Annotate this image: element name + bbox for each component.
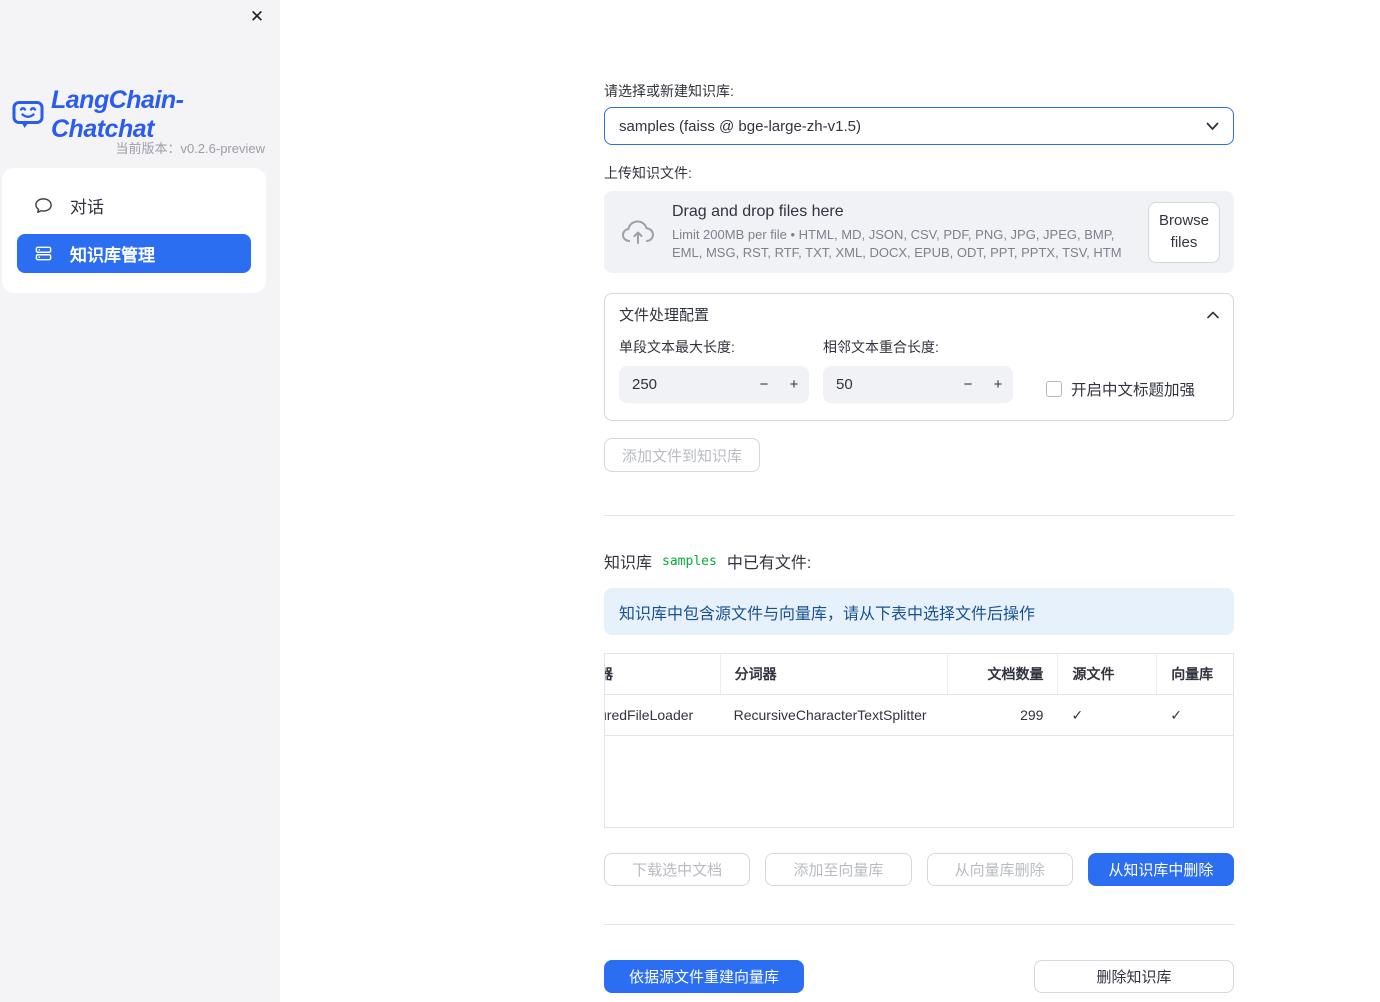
sidebar-item-kb-management[interactable]: 知识库管理: [17, 234, 251, 273]
divider: [604, 515, 1234, 516]
sidebar-item-label: 对话: [70, 198, 104, 217]
dropzone-instruction: Drag and drop files here: [672, 202, 844, 220]
kb-select-label: 请选择或新建知识库:: [604, 83, 734, 99]
chunk-size-input[interactable]: 250 − +: [619, 366, 809, 403]
chunk-size-increment-button[interactable]: +: [779, 376, 809, 393]
chat-bubble-icon: [34, 196, 53, 215]
download-selected-button[interactable]: 下载选中文档: [604, 853, 751, 886]
app-logo: LangChain-Chatchat: [12, 86, 280, 144]
kb-files-table[interactable]: 器 分词器 文档数量 源文件 向量库 uredFileLoader Recurs…: [604, 653, 1234, 828]
kb-management-page: 请选择或新建知识库: samples (faiss @ bge-large-zh…: [604, 0, 1234, 993]
kb-files-prefix: 知识库: [604, 555, 653, 572]
overlap-size-group: 相邻文本重合长度: 50 − +: [823, 337, 1013, 403]
app: ✕ LangChain-Chatchat 当前版本：v0.2.6-preview: [0, 0, 1380, 1002]
info-banner: 知识库中包含源文件与向量库，请从下表中选择文件后操作: [604, 588, 1234, 635]
column-header-splitter[interactable]: 分词器: [719, 654, 947, 694]
chunk-size-decrement-button[interactable]: −: [749, 376, 779, 393]
chevron-up-icon: [1207, 311, 1219, 319]
add-files-to-kb-button[interactable]: 添加文件到知识库: [604, 438, 761, 472]
logo-text: LangChain-Chatchat: [51, 86, 184, 143]
column-header-vector-store[interactable]: 向量库: [1156, 654, 1233, 694]
kb-files-heading: 知识库 samples 中已有文件:: [604, 549, 1234, 573]
table-header-row: 器 分词器 文档数量 源文件 向量库: [605, 654, 1233, 695]
overlap-size-increment-button[interactable]: +: [983, 376, 1013, 393]
kb-files-suffix: 中已有文件:: [726, 555, 812, 572]
delete-from-kb-button[interactable]: 从知识库中删除: [1087, 853, 1234, 886]
sidebar-item-chat[interactable]: 对话: [17, 186, 251, 225]
file-config-title: 文件处理配置: [619, 307, 710, 324]
kb-select[interactable]: samples (faiss @ bge-large-zh-v1.5): [604, 107, 1234, 145]
overlap-size-value: 50: [836, 376, 853, 393]
version-text: 当前版本：v0.2.6-preview: [115, 141, 265, 156]
uploader-label: 上传知识文件:: [604, 165, 692, 181]
cell-loader: uredFileLoader: [605, 707, 694, 723]
chat-smiley-icon: [12, 100, 44, 130]
close-icon[interactable]: ✕: [246, 6, 268, 28]
file-config-body: 单段文本最大长度: 250 − + 相邻文本重合长度: 50 − + 开启中文标…: [605, 333, 1233, 420]
zh-title-enhance-group: 开启中文标题加强: [1046, 378, 1195, 400]
cell-source-file-check: ✓: [1071, 706, 1084, 723]
sidebar-item-label: 知识库管理: [70, 246, 155, 265]
column-header-loader[interactable]: 器: [605, 654, 720, 694]
divider: [604, 924, 1234, 925]
delete-from-vectorstore-button[interactable]: 从向量库删除: [926, 853, 1073, 886]
overlap-size-input[interactable]: 50 − +: [823, 366, 1013, 403]
dropzone-texts: Drag and drop files here Limit 200MB per…: [672, 203, 1132, 261]
file-dropzone[interactable]: Drag and drop files here Limit 200MB per…: [604, 191, 1234, 273]
cell-splitter: RecursiveCharacterTextSplitter: [733, 707, 927, 723]
table-row[interactable]: uredFileLoader RecursiveCharacterTextSpl…: [605, 695, 1233, 736]
cloud-upload-icon: [620, 217, 656, 247]
add-to-vectorstore-button[interactable]: 添加至向量库: [765, 853, 912, 886]
browse-files-button[interactable]: Browse files: [1148, 201, 1220, 263]
column-header-source-file[interactable]: 源文件: [1057, 654, 1156, 694]
chevron-down-icon: [1206, 122, 1219, 131]
file-action-buttons: 下载选中文档 添加至向量库 从向量库删除 从知识库中删除: [604, 853, 1234, 886]
zh-title-enhance-label: 开启中文标题加强: [1071, 382, 1196, 399]
chunk-size-label: 单段文本最大长度:: [619, 339, 735, 355]
file-config-expander-header[interactable]: 文件处理配置: [605, 294, 1233, 333]
rebuild-vectorstore-button[interactable]: 依据源文件重建向量库: [604, 960, 804, 993]
cell-doc-count: 299: [1020, 707, 1044, 723]
delete-kb-button[interactable]: 删除知识库: [1034, 960, 1234, 993]
cell-vector-store-check: ✓: [1170, 706, 1182, 723]
file-config-expander: 文件处理配置 单段文本最大长度: 250 − + 相邻文本重合长度: 50 − …: [604, 293, 1234, 421]
chunk-size-value: 250: [632, 376, 658, 393]
kb-action-buttons: 依据源文件重建向量库 删除知识库: [604, 960, 1234, 993]
dropzone-limit-text: Limit 200MB per file • HTML, MD, JSON, C…: [672, 226, 1122, 260]
stack-icon: [34, 244, 53, 263]
kb-select-value: samples (faiss @ bge-large-zh-v1.5): [619, 117, 861, 135]
column-header-doc-count[interactable]: 文档数量: [946, 654, 1058, 694]
info-banner-text: 知识库中包含源文件与向量库，请从下表中选择文件后操作: [619, 605, 1036, 623]
zh-title-enhance-checkbox[interactable]: [1046, 381, 1062, 397]
overlap-size-label: 相邻文本重合长度:: [823, 339, 939, 355]
overlap-size-decrement-button[interactable]: −: [953, 376, 983, 393]
sidebar-menu: 对话 知识库管理: [2, 168, 266, 293]
sidebar: ✕ LangChain-Chatchat 当前版本：v0.2.6-preview: [0, 0, 280, 1002]
chunk-size-group: 单段文本最大长度: 250 − +: [619, 337, 809, 403]
kb-name-code: samples: [662, 553, 717, 569]
